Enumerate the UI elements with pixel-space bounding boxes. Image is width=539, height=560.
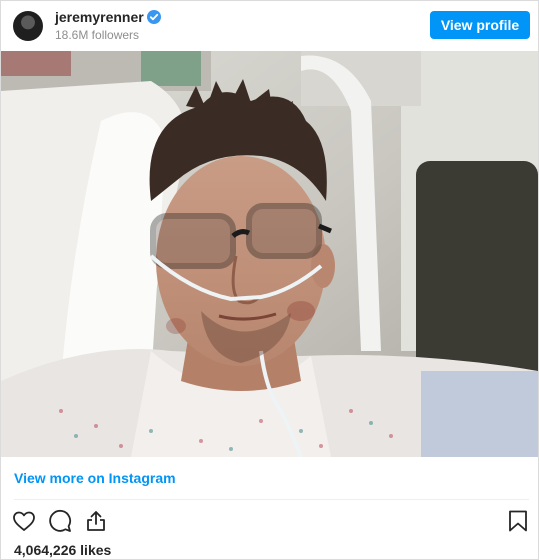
follower-count: 18.6M followers <box>55 28 140 42</box>
instagram-embed-card: jeremyrenner 18.6M followers View profil… <box>0 0 539 560</box>
bookmark-icon[interactable] <box>506 509 530 533</box>
verified-badge-icon <box>147 10 161 24</box>
username[interactable]: jeremyrenner <box>55 9 144 25</box>
view-more-on-instagram-link[interactable]: View more on Instagram <box>14 470 176 486</box>
divider <box>14 499 529 500</box>
post-header: jeremyrenner 18.6M followers View profil… <box>1 1 538 51</box>
heart-icon[interactable] <box>12 509 36 533</box>
like-count: 4,064,226 likes <box>14 542 112 558</box>
share-icon[interactable] <box>84 509 108 533</box>
comment-icon[interactable] <box>48 509 72 533</box>
hospital-selfie-image <box>1 51 538 457</box>
view-profile-button[interactable]: View profile <box>430 11 530 39</box>
avatar[interactable] <box>13 11 43 41</box>
post-photo[interactable] <box>1 51 538 457</box>
